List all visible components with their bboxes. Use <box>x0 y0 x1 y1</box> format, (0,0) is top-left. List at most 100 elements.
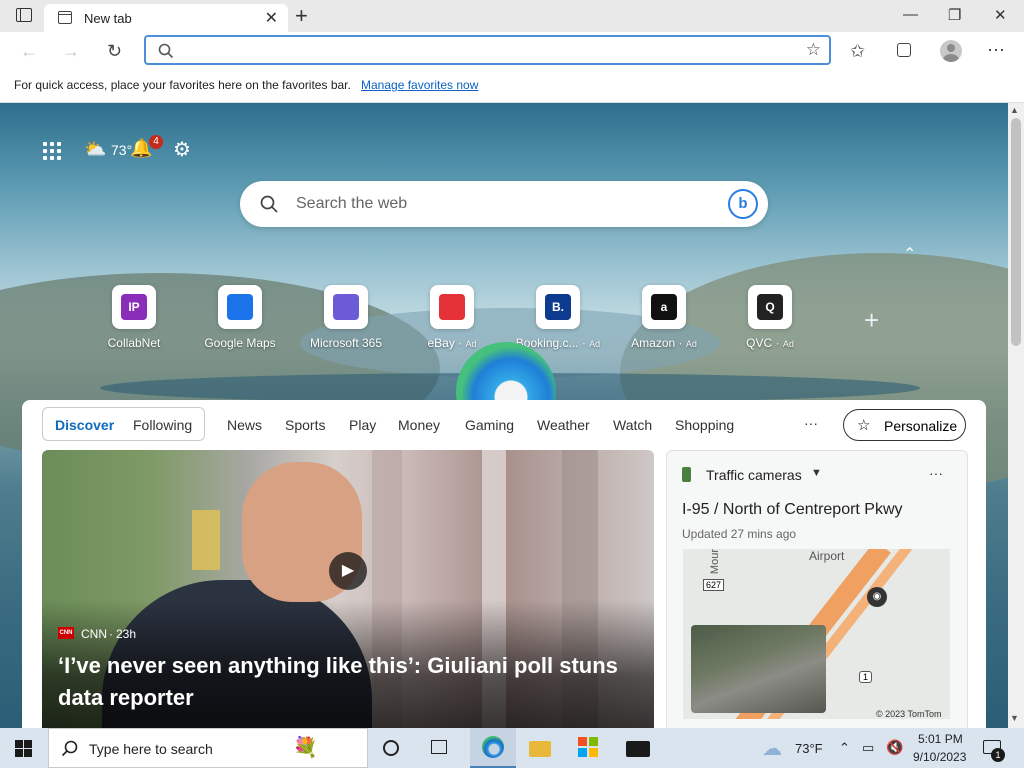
traffic-card-title[interactable]: Traffic cameras <box>706 467 802 483</box>
quick-link-text: Amazon <box>631 336 676 350</box>
edge-icon <box>482 736 504 758</box>
quick-link-tile[interactable]: a <box>642 285 686 329</box>
cortana-icon[interactable] <box>383 740 399 756</box>
clock-time[interactable]: 5:01 PM <box>918 732 963 746</box>
nav-play[interactable]: Play <box>349 417 376 433</box>
personalize-button[interactable]: ☆ Personalize <box>843 409 966 441</box>
refresh-icon[interactable]: ↻ <box>107 41 122 62</box>
add-quick-link-button[interactable]: + <box>864 305 879 336</box>
personalize-label: Personalize <box>884 418 958 434</box>
address-bar[interactable]: ☆ <box>144 35 831 65</box>
collapse-chevron-icon[interactable]: ⌃ <box>903 244 916 264</box>
nav-weather[interactable]: Weather <box>537 417 590 433</box>
close-tab-icon[interactable]: ✕ <box>265 8 278 28</box>
quick-link-tile[interactable] <box>430 285 474 329</box>
edge-taskbar-button[interactable] <box>470 728 516 768</box>
quick-link-label[interactable]: QVC · Ad <box>718 336 822 350</box>
page-settings-gear-icon[interactable]: ⚙ <box>173 137 191 162</box>
article-headline[interactable]: ‘I’ve never seen anything like this’: Gi… <box>58 650 648 714</box>
back-icon[interactable]: ← <box>20 41 38 62</box>
scrollbar-thumb[interactable] <box>1011 118 1021 346</box>
manage-favorites-link[interactable]: Manage favorites now <box>361 78 478 92</box>
nav-watch[interactable]: Watch <box>613 417 652 433</box>
ad-label: Ad <box>589 339 601 349</box>
video-play-button[interactable]: ▶ <box>329 552 367 590</box>
file-explorer-icon[interactable] <box>529 741 551 757</box>
article-age: 23h <box>116 627 137 641</box>
hero-article[interactable]: ▶ CNN CNN · 23h ‘I’ve never seen anythin… <box>42 450 654 728</box>
quick-link-tile[interactable] <box>218 285 262 329</box>
taskbar-weather-temp[interactable]: 73°F <box>795 741 823 756</box>
camera-pin-icon[interactable]: ◉ <box>867 587 887 607</box>
quick-link-text: Microsoft 365 <box>309 336 383 350</box>
quick-link-icon: Q <box>757 294 783 320</box>
traffic-map[interactable]: Airport Mour 627 1 ◉ © 2023 TomTom <box>683 549 950 719</box>
new-tab-page-icon <box>58 11 72 24</box>
scroll-down-arrow[interactable]: ▼ <box>1010 713 1019 723</box>
quick-link-icon: a <box>651 294 677 320</box>
task-view-icon[interactable] <box>431 740 447 754</box>
tab-discover[interactable]: Discover <box>55 417 114 433</box>
map-label-road: Mour <box>709 549 721 575</box>
nav-shopping[interactable]: Shopping <box>675 417 734 433</box>
profile-avatar[interactable] <box>940 40 962 62</box>
quick-link-label[interactable]: CollabNet <box>82 336 186 350</box>
ad-label: Ad <box>782 339 794 349</box>
quick-link-label[interactable]: Microsoft 365 <box>294 336 398 350</box>
mail-icon[interactable] <box>626 741 650 757</box>
volume-muted-icon[interactable]: 🔇 <box>886 739 903 756</box>
route-shield-627: 627 <box>703 579 725 591</box>
tab-following[interactable]: Following <box>133 417 192 433</box>
add-favorite-icon[interactable]: ☆ <box>806 40 821 60</box>
quick-link-icon <box>333 294 359 320</box>
network-icon[interactable]: ▭ <box>862 740 874 756</box>
weather-temp: 73° <box>111 142 133 158</box>
quick-link-icon: B. <box>545 294 571 320</box>
web-search-box[interactable]: Search the web b <box>240 181 768 227</box>
quick-link-icon <box>439 294 465 320</box>
feed-more-icon[interactable]: ··· <box>804 415 818 431</box>
edge-logo <box>456 342 558 402</box>
quick-link-label[interactable]: Google Maps <box>188 336 292 350</box>
tab-new-tab[interactable]: New tab ✕ <box>44 4 288 32</box>
quick-link-tile[interactable] <box>324 285 368 329</box>
favorites-icon[interactable]: ✩ <box>850 41 865 62</box>
quick-link-label[interactable]: Amazon · Ad <box>612 336 716 350</box>
taskbar-weather-icon[interactable]: ☁ <box>762 736 782 761</box>
traffic-more-icon[interactable]: ··· <box>929 465 943 481</box>
quick-link-icon <box>227 294 253 320</box>
quick-link-tile[interactable]: Q <box>748 285 792 329</box>
new-tab-button[interactable]: + <box>295 3 308 29</box>
taskbar-search-box[interactable]: Type here to search 💐 <box>48 728 368 768</box>
weather-widget[interactable]: ⛅ 73° <box>84 138 134 162</box>
microsoft-store-icon[interactable] <box>578 737 598 757</box>
favorites-bar-message: For quick access, place your favorites h… <box>14 78 351 92</box>
collections-icon[interactable] <box>897 43 911 57</box>
settings-more-icon[interactable]: ··· <box>987 39 1005 60</box>
notification-badge: 4 <box>149 135 163 149</box>
tab-title: New tab <box>84 11 132 26</box>
nav-money[interactable]: Money <box>398 417 440 433</box>
clock-date[interactable]: 9/10/2023 <box>913 750 966 764</box>
nav-gaming[interactable]: Gaming <box>465 417 514 433</box>
windows-start-icon[interactable] <box>15 740 32 757</box>
nav-sports[interactable]: Sports <box>285 417 325 433</box>
nav-news[interactable]: News <box>227 417 262 433</box>
scroll-up-arrow[interactable]: ▲ <box>1010 105 1019 115</box>
tab-actions-icon[interactable] <box>16 8 32 22</box>
traffic-camera-thumbnail[interactable] <box>691 625 826 713</box>
apps-grid-icon[interactable] <box>43 142 61 160</box>
window-close-button[interactable]: ✕ <box>994 6 1007 24</box>
quick-link-tile[interactable]: B. <box>536 285 580 329</box>
chevron-down-icon[interactable]: ▼ <box>811 467 822 479</box>
quick-link-tile[interactable]: IP <box>112 285 156 329</box>
route-shield-1: 1 <box>859 671 873 683</box>
taskbar-search-placeholder: Type here to search <box>89 741 213 757</box>
minimize-button[interactable]: — <box>903 6 918 23</box>
maximize-button[interactable]: ❐ <box>948 6 961 24</box>
search-icon <box>260 195 278 213</box>
forward-icon[interactable]: → <box>62 41 80 62</box>
map-copyright: © 2023 TomTom <box>876 709 942 719</box>
bing-chat-icon[interactable]: b <box>728 189 758 219</box>
show-hidden-icons[interactable]: ⌃ <box>839 740 850 756</box>
